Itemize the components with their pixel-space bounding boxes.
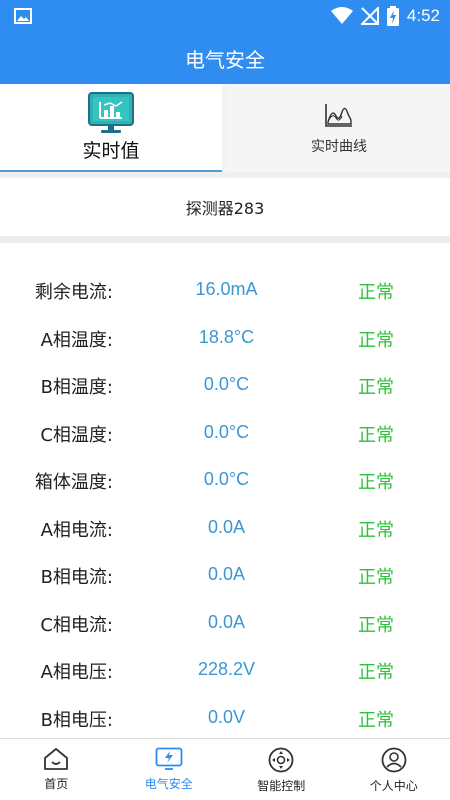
reading-value: 0.0A (207, 611, 246, 632)
nav-label: 电气安全 (144, 777, 193, 791)
reading-value: 0.0V (207, 706, 246, 727)
nav-label: 首页 (44, 777, 69, 791)
reading-label: B相电流: (40, 567, 113, 588)
reading-status: 正常 (358, 329, 394, 351)
reading-row: A相电流: 0.0A 正常 (0, 506, 450, 554)
profile-icon (381, 747, 407, 773)
battery-charging-icon (386, 6, 399, 26)
reading-status: 正常 (358, 662, 394, 683)
tab-realtime-values[interactable]: 实时值 (0, 84, 222, 172)
electric-safety-icon (155, 747, 183, 770)
reading-status: 正常 (358, 377, 394, 398)
reading-label: A相电流: (40, 519, 113, 541)
reading-row: A相温度: 18.8°C 正常 (0, 316, 450, 364)
tab-realtime-curve[interactable]: 实时曲线 (228, 84, 450, 172)
reading-label: A相温度: (40, 329, 113, 351)
reading-label: A相电压: (40, 662, 113, 683)
reading-value: 0.0°C (203, 374, 250, 394)
reading-row: A相电压: 228.2V 正常 (0, 648, 450, 696)
reading-value: 16.0mA (195, 279, 258, 299)
reading-label: B相温度: (40, 377, 113, 398)
reading-row: B相温度: 0.0°C 正常 (0, 363, 450, 411)
reading-status: 正常 (358, 614, 394, 636)
area-curve-icon (325, 104, 352, 127)
nav-label: 智能控制 (257, 779, 306, 793)
reading-row: 剩余电流: 16.0mA 正常 (0, 268, 450, 316)
reading-status: 正常 (358, 709, 394, 731)
bottom-nav: 首页 电气安全 智能控制 个人中心 (0, 738, 450, 800)
detector-name: 探测器283 (0, 178, 450, 236)
reading-row: B相电压: 0.0V 正常 (0, 696, 450, 744)
reading-value: 0.0A (207, 516, 246, 537)
reading-status: 正常 (358, 472, 394, 493)
reading-status: 正常 (358, 567, 394, 588)
reading-label: 箱体温度: (34, 472, 113, 493)
nav-item-smart-control[interactable]: 智能控制 (225, 739, 338, 800)
tab-bar: 实时值 实时曲线 (0, 84, 450, 172)
reading-status: 正常 (358, 282, 394, 303)
reading-label: C相电流: (40, 614, 113, 636)
tab-label: 实时值 (82, 140, 140, 162)
status-icons: 4:52 (330, 5, 440, 27)
reading-label: C相温度: (40, 424, 113, 446)
reading-row: B相电流: 0.0A 正常 (0, 553, 450, 601)
nav-item-home[interactable]: 首页 (0, 739, 113, 800)
nav-label: 个人中心 (369, 779, 418, 793)
status-time: 4:52 (406, 6, 440, 25)
reading-status: 正常 (358, 519, 394, 541)
reading-value: 0.0°C (203, 469, 250, 489)
reading-value: 0.0A (207, 564, 246, 584)
reading-value: 228.2V (197, 659, 256, 679)
nav-item-electric-safety[interactable]: 电气安全 (113, 739, 226, 800)
reading-value: 0.0°C (203, 421, 250, 442)
reading-row: C相温度: 0.0°C 正常 (0, 411, 450, 459)
status-bar: 4:52 (0, 0, 450, 32)
home-icon (44, 748, 69, 770)
smart-control-icon (268, 747, 294, 773)
readings-list: 剩余电流: 16.0mA 正常 A相温度: 18.8°C 正常 B相温度: 0.… (0, 268, 450, 743)
wifi-icon (330, 7, 353, 24)
image-notification-icon (14, 8, 32, 24)
nav-item-profile[interactable]: 个人中心 (338, 739, 450, 800)
monitor-chart-icon (88, 92, 134, 133)
no-signal-icon (360, 7, 379, 25)
tab-label: 实时曲线 (311, 139, 367, 155)
reading-label: B相电压: (40, 709, 113, 731)
reading-value: 18.8°C (198, 326, 255, 347)
reading-row: C相电流: 0.0A 正常 (0, 601, 450, 649)
app-bar: 电气安全 (0, 32, 450, 84)
reading-label: 剩余电流: (34, 282, 113, 303)
reading-status: 正常 (358, 424, 394, 446)
divider (0, 236, 450, 243)
reading-row: 箱体温度: 0.0°C 正常 (0, 458, 450, 506)
page-title: 电气安全 (185, 47, 265, 72)
